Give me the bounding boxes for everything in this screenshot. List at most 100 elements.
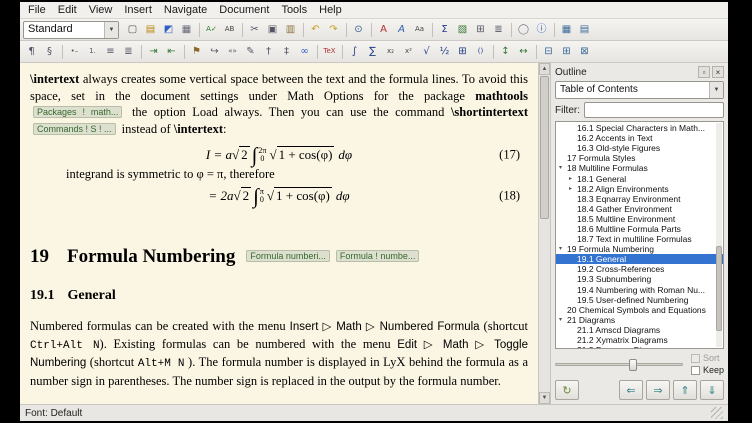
toolbar-table-insert-row-button[interactable]: ⊟ [540,43,557,61]
toolbar-macro-button[interactable]: ◯ [515,21,532,39]
index-inset[interactable]: Commands ! S ! ... [33,123,116,135]
close-panel-button[interactable]: × [712,66,724,78]
outline-item[interactable]: 16.1 Special Characters in Math... [556,123,723,133]
toolbar-vertical-space-button[interactable]: ↕ [497,43,514,61]
toolbar-insert-math-button[interactable]: Σ [436,21,453,39]
toolbar-table-borders-button[interactable]: ▦ [558,21,575,39]
toolbar-print-document-button[interactable]: ▦ [178,21,195,39]
outline-item[interactable]: 18.4 Gather Environment [556,204,723,214]
index-inset[interactable]: Formula ! numbe... [336,250,420,262]
outline-item[interactable]: 20 Chemical Symbols and Equations [556,305,723,315]
outline-item[interactable]: 21.1 Amscd Diagrams [556,325,723,335]
toolbar-cut-button[interactable]: ✂ [246,21,263,39]
tree-arrow-icon[interactable]: ▸ [569,184,577,194]
keep-checkbox[interactable]: Keep [691,365,724,375]
toolbar-spellcheck-button[interactable]: A✓ [203,21,220,39]
toolbar-check-spelling-continuously-button[interactable]: AB [221,21,238,39]
toolbar-text-style-button[interactable]: Aa [411,21,428,39]
tree-arrow-icon[interactable]: ▾ [559,315,567,325]
toolbar-insert-hyperlink-button[interactable]: ∞ [296,43,313,61]
tree-arrow-icon[interactable]: ▸ [569,174,577,184]
toolbar-paste-button[interactable]: ▥ [282,21,299,39]
toolbar-insert-label-button[interactable]: ⚑ [188,43,205,61]
chevron-down-icon[interactable]: ▼ [709,82,723,98]
outline-type-select[interactable]: Table of Contents ▼ [555,81,724,99]
toolbar-horizontal-space-button[interactable]: ↔ [515,43,532,61]
toolbar-toggle-outline-button[interactable]: ≣ [490,21,507,39]
toolbar-redo-button[interactable]: ↷ [325,21,342,39]
menu-help[interactable]: Help [313,3,348,17]
index-inset[interactable]: Packages ! math... [33,106,122,118]
toolbar-insert-matrix-button[interactable]: ⊞ [454,43,471,61]
tree-arrow-icon[interactable]: ▾ [559,244,567,254]
menu-edit[interactable]: Edit [52,3,83,17]
outline-demote-button[interactable]: ⇒ [646,380,670,400]
outline-move-down-button[interactable]: ⇓ [700,380,724,400]
toolbar-insert-graphics-button[interactable]: ▧ [454,21,471,39]
outline-item[interactable]: ▸18.2 Align Environments [556,184,723,194]
chevron-down-icon[interactable]: ▼ [104,22,118,38]
outline-item[interactable]: 18.3 Eqnarray Environment [556,194,723,204]
outline-item[interactable]: ▾19 Formula Numbering [556,244,723,254]
outline-move-up-button[interactable]: ⇑ [673,380,697,400]
float-panel-button[interactable]: ▫ [698,66,710,78]
menu-file[interactable]: File [22,3,52,17]
toolbar-open-document-button[interactable]: ▤ [142,21,159,39]
outline-item[interactable]: 21.3 Feynman Diagrams [556,345,723,349]
toolbar-description-list-button[interactable]: ≣ [120,43,137,61]
toolbar-paragraph-style-button[interactable]: ¶ [23,43,40,61]
slider-handle[interactable] [629,359,637,371]
outline-item[interactable]: 16.2 Accents in Text [556,133,723,143]
menu-document[interactable]: Document [213,3,275,17]
toolbar-insert-margin-note-button[interactable]: ‡ [278,43,295,61]
toolbar-insert-footnote-button[interactable]: † [260,43,277,61]
update-outline-button[interactable]: ↻ [555,380,579,400]
toolbar-insert-cross-reference-button[interactable]: ↪ [206,43,223,61]
toolbar-bullet-list-button[interactable]: •– [66,43,83,61]
outline-item[interactable]: 21.2 Xymatrix Diagrams [556,335,723,345]
toolbar-insert-root-button[interactable]: √ [418,43,435,61]
outline-promote-button[interactable]: ⇐ [619,380,643,400]
outline-item[interactable]: 18.6 Multline Formula Parts [556,224,723,234]
depth-slider[interactable] [555,353,683,377]
menu-tools[interactable]: Tools [275,3,313,17]
toolbar-save-document-button[interactable]: ◩ [160,21,177,39]
toolbar-copy-button[interactable]: ▣ [264,21,281,39]
paragraph-style-select[interactable]: Standard ▼ [23,21,119,39]
toolbar-list-item-button[interactable]: ≡ [102,43,119,61]
scrollbar-track[interactable] [539,75,550,392]
outline-item[interactable]: 19.4 Numbering with Roman Nu... [556,285,723,295]
scrollbar-thumb[interactable] [540,76,549,219]
outline-item[interactable]: 18.5 Multline Environment [556,214,723,224]
outline-item[interactable]: 18.7 Text in multiline Formulas [556,234,723,244]
scrollbar-thumb[interactable] [716,246,722,331]
outline-item[interactable]: 19.5 User-defined Numbering [556,295,723,305]
toolbar-math-display-button[interactable]: ∑ [364,43,381,61]
toolbar-insert-tex-code-button[interactable]: TeX [321,43,338,61]
toolbar-numbered-list-button[interactable]: 1. [84,43,101,61]
toolbar-emphasis-style-button[interactable]: A [393,21,410,39]
document-canvas[interactable]: \intertext always creates some vertical … [20,63,538,404]
outline-filter-input[interactable] [584,102,724,118]
toolbar-undo-button[interactable]: ↶ [307,21,324,39]
outline-tree-scrollbar[interactable] [716,123,722,347]
document-scrollbar[interactable]: ▲ ▼ [538,63,550,404]
toolbar-insert-table-button[interactable]: ⊞ [472,21,489,39]
menu-view[interactable]: View [83,3,119,17]
outline-item[interactable]: ▸18.1 General [556,173,723,183]
toolbar-table-cells-button[interactable]: ▤ [576,21,593,39]
outline-item[interactable]: ▾21 Diagrams [556,315,723,325]
outline-item[interactable]: 19.3 Subnumbering [556,274,723,284]
outline-item[interactable]: 19.2 Cross-References [556,264,723,274]
toolbar-new-document-button[interactable]: ▢ [124,21,141,39]
toolbar-superscript-button[interactable]: x² [400,43,417,61]
equation-18[interactable]: = 2a√2∫π0√1 + cos(φ)dφ (18) [30,188,528,204]
scroll-up-button[interactable]: ▲ [539,63,550,75]
tree-arrow-icon[interactable]: ▾ [559,163,567,173]
outline-item[interactable]: ▾18 Multiline Formulas [556,163,723,173]
toolbar-math-inline-button[interactable]: ∫ [346,43,363,61]
toolbar-insert-citation-button[interactable]: «» [224,43,241,61]
toolbar-environment-depth-button[interactable]: § [41,43,58,61]
outline-tree[interactable]: 16.1 Special Characters in Math...16.2 A… [555,121,724,349]
toolbar-insert-delimiters-button[interactable]: () [472,43,489,61]
